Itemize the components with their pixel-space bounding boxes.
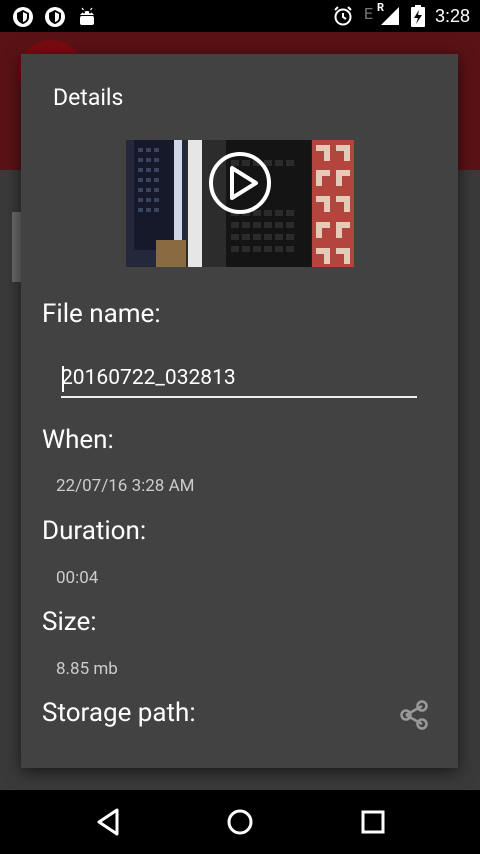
home-icon[interactable]	[224, 804, 256, 844]
network-type-label: E	[363, 3, 373, 23]
storage-path-label: Storage path:	[42, 698, 196, 728]
roaming-label: R	[376, 1, 384, 14]
share-icon[interactable]	[397, 698, 431, 736]
signal-icon: R	[377, 1, 401, 27]
when-value: 22/07/16 3:28 AM	[56, 476, 195, 496]
battery-charging-icon	[410, 5, 425, 27]
file-name-input[interactable]: 20160722_032813	[61, 362, 417, 398]
dialog-title: Details	[53, 84, 124, 111]
size-label: Size:	[42, 607, 97, 637]
shield-icon	[12, 6, 34, 28]
details-dialog: Details File name: 20160722_032813 When:…	[21, 54, 458, 768]
size-value: 8.85 mb	[56, 659, 118, 679]
back-icon[interactable]	[94, 804, 122, 844]
play-icon[interactable]	[208, 151, 272, 215]
alarm-icon	[332, 5, 354, 27]
text-cursor	[62, 366, 64, 392]
android-icon	[76, 6, 98, 28]
video-thumbnail[interactable]	[126, 140, 354, 267]
recents-icon[interactable]	[358, 804, 388, 844]
navigation-bar	[0, 790, 480, 854]
clock: 3:28	[434, 5, 470, 26]
shield-icon	[44, 6, 66, 28]
duration-value: 00:04	[56, 568, 99, 588]
status-bar: E R 3:28	[0, 0, 480, 32]
file-name-value[interactable]: 20160722_032813	[61, 366, 236, 390]
when-label: When:	[42, 425, 114, 455]
file-name-label: File name:	[42, 299, 161, 329]
duration-label: Duration:	[42, 516, 147, 546]
